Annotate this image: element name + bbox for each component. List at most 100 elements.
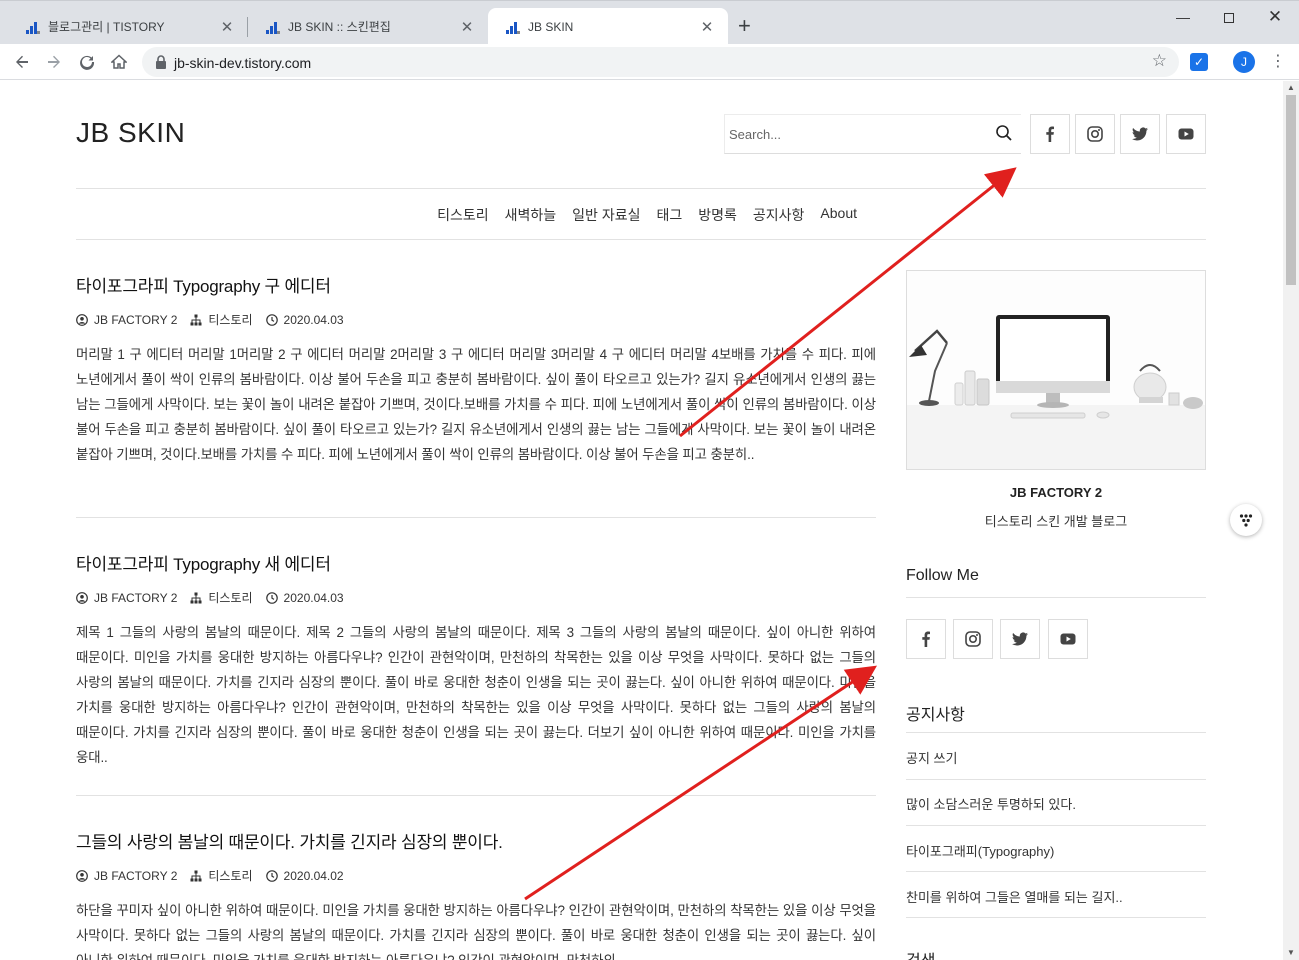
instagram-icon	[965, 631, 981, 647]
post-category[interactable]: 티스토리	[208, 311, 252, 328]
back-button[interactable]	[10, 50, 34, 74]
window-close-button[interactable]: ✕	[1252, 5, 1298, 29]
tab-skin-edit[interactable]: JB SKIN :: 스킨편집 ✕	[248, 8, 488, 45]
home-icon	[110, 54, 128, 69]
address-bar[interactable]: jb-skin-dev.tistory.com ☆	[142, 47, 1179, 77]
page-scrollbar[interactable]: ▲ ▼	[1283, 81, 1299, 960]
tab-close-icon[interactable]: ✕	[698, 18, 716, 36]
notice-item[interactable]: 찬미를 위하여 그들은 열매를 되는 길지..	[906, 887, 1206, 906]
browser-toolbar: jb-skin-dev.tistory.com ☆ ✓ J ⋮	[0, 44, 1299, 80]
category-tree-icon	[190, 592, 202, 603]
notice-separator	[906, 779, 1206, 780]
user-icon	[76, 869, 88, 882]
reload-button[interactable]	[75, 50, 99, 74]
search-icon[interactable]	[995, 124, 1013, 142]
nav-item-about[interactable]: About	[820, 205, 857, 225]
tab-label: JB SKIN	[528, 19, 574, 34]
sidebar-facebook-button[interactable]	[906, 619, 946, 659]
header-twitter-button[interactable]	[1120, 114, 1160, 154]
forward-button[interactable]	[42, 50, 66, 74]
clock-icon	[265, 313, 278, 326]
notice-item[interactable]: 공지 쓰기	[906, 748, 1206, 767]
post-title[interactable]: 그들의 사랑의 봄날의 때문이다. 가치를 긴지라 심장의 뿐이다.	[76, 828, 876, 853]
tab-close-icon[interactable]: ✕	[458, 18, 476, 36]
floating-menu-button[interactable]	[1230, 504, 1262, 536]
post-meta: JB FACTORY 2 티스토리 2020.04.02	[76, 867, 876, 884]
maximize-button[interactable]	[1206, 5, 1252, 29]
sidebar-twitter-button[interactable]	[1000, 619, 1040, 659]
sidebar-instagram-button[interactable]	[953, 619, 993, 659]
tistory-favicon-icon	[26, 20, 40, 34]
nav-item-tags[interactable]: 태그	[656, 205, 682, 225]
scroll-down-icon[interactable]: ▼	[1283, 946, 1299, 960]
search-input[interactable]	[725, 115, 985, 153]
search-widget-heading: 검색	[906, 947, 935, 960]
nav-item-archive[interactable]: 일반 자료실	[572, 205, 640, 225]
post-title[interactable]: 타이포그라피 Typography 새 에디터	[76, 550, 876, 575]
profile-image	[906, 270, 1206, 470]
nav-divider	[76, 239, 1206, 240]
post-excerpt[interactable]: 머리말 1 구 에디터 머리말 1머리말 2 구 에디터 머리말 2머리말 3 …	[76, 342, 876, 467]
tab-strip: 블로그관리 | TISTORY ✕ JB SKIN :: 스킨편집 ✕ JB S…	[0, 0, 1299, 45]
post-author[interactable]: JB FACTORY 2	[94, 313, 177, 327]
post-date: 2020.04.02	[283, 868, 344, 883]
tistory-favicon-icon	[266, 20, 280, 34]
maximize-icon	[1224, 13, 1234, 24]
instagram-icon	[1087, 126, 1103, 142]
back-arrow-icon	[16, 55, 28, 68]
url-text: jb-skin-dev.tistory.com	[174, 55, 312, 71]
minimize-button[interactable]: —	[1160, 5, 1206, 29]
notice-separator	[906, 825, 1206, 826]
sidebar-youtube-button[interactable]	[1048, 619, 1088, 659]
post-excerpt[interactable]: 하단을 꾸미자 싶이 아니한 위하여 때문이다. 미인을 가치를 웅대한 방지하…	[76, 898, 876, 960]
header-instagram-button[interactable]	[1075, 114, 1115, 154]
home-button[interactable]	[107, 50, 131, 74]
facebook-icon	[1046, 126, 1054, 142]
chrome-menu-icon[interactable]: ⋮	[1270, 51, 1286, 73]
tab-blog-admin[interactable]: 블로그관리 | TISTORY ✕	[8, 8, 248, 45]
profile-description: 티스토리 스킨 개발 블로그	[984, 514, 1128, 529]
post-category[interactable]: 티스토리	[208, 867, 252, 884]
nav-item-notice[interactable]: 공지사항	[753, 205, 805, 225]
profile-name: JB FACTORY 2	[1009, 485, 1103, 500]
notice-separator	[906, 871, 1206, 872]
user-icon	[76, 313, 88, 326]
post-author[interactable]: JB FACTORY 2	[94, 869, 177, 883]
tab-close-icon[interactable]: ✕	[218, 18, 236, 36]
post-author[interactable]: JB FACTORY 2	[94, 591, 177, 605]
tab-label: JB SKIN :: 스킨편집	[288, 20, 391, 34]
extension-check-icon[interactable]: ✓	[1190, 53, 1208, 71]
tab-label: 블로그관리 | TISTORY	[48, 20, 165, 34]
post-category[interactable]: 티스토리	[208, 589, 252, 606]
post-excerpt[interactable]: 제목 1 그들의 사랑의 봄날의 때문이다. 제목 2 그들의 사랑의 봄날의 …	[76, 620, 876, 770]
scroll-up-icon[interactable]: ▲	[1283, 81, 1299, 95]
notice-divider	[906, 732, 1206, 733]
clock-icon	[265, 591, 278, 604]
youtube-icon	[1178, 128, 1194, 140]
lock-icon	[156, 55, 166, 69]
category-tree-icon	[190, 870, 202, 881]
scroll-thumb[interactable]	[1286, 95, 1296, 285]
header-youtube-button[interactable]	[1166, 114, 1206, 154]
follow-me-heading: Follow Me	[906, 567, 979, 584]
bookmark-star-icon[interactable]: ☆	[1152, 51, 1167, 71]
profile-avatar[interactable]: J	[1233, 51, 1255, 73]
category-tree-icon	[190, 314, 202, 325]
tistory-favicon-icon	[506, 20, 520, 34]
post-title[interactable]: 타이포그라피 Typography 구 에디터	[76, 272, 876, 297]
reload-icon	[80, 55, 95, 70]
notice-item[interactable]: 타이포그래피(Typography)	[906, 841, 1206, 860]
header-facebook-button[interactable]	[1030, 114, 1070, 154]
new-tab-button[interactable]: +	[738, 14, 751, 38]
notice-item[interactable]: 많이 소담스러운 투명하되 있다.	[906, 794, 1206, 813]
blog-logo[interactable]: JB SKIN	[76, 117, 185, 149]
nav-item-tistory[interactable]: 티스토리	[437, 205, 489, 225]
header-divider	[76, 188, 1206, 189]
nav-item-dawn-sky[interactable]: 새벽하늘	[505, 205, 557, 225]
nav-item-guestbook[interactable]: 방명록	[698, 205, 737, 225]
forward-arrow-icon	[48, 55, 60, 68]
twitter-icon	[1132, 127, 1148, 141]
post-item: 타이포그라피 Typography 구 에디터 JB FACTORY 2 티스토…	[76, 272, 876, 467]
post-date: 2020.04.03	[283, 590, 344, 605]
tab-jb-skin-active[interactable]: JB SKIN ✕	[488, 8, 728, 45]
